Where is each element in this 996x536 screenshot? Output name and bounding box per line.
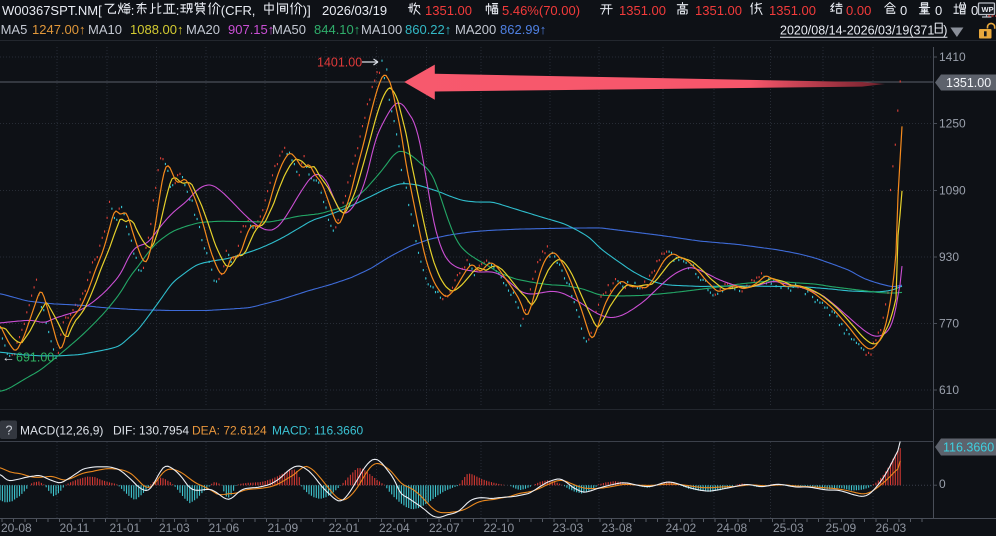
svg-text:DEA: 72.6124: DEA: 72.6124 [192, 424, 267, 438]
svg-text:1090: 1090 [939, 184, 966, 198]
svg-text:MACD: 116.3660: MACD: 116.3660 [272, 424, 363, 438]
svg-text:): ) [943, 24, 947, 38]
svg-text:MA20: MA20 [186, 22, 220, 37]
svg-text:(CFR: (CFR [221, 3, 252, 18]
svg-text:22-04: 22-04 [379, 521, 410, 535]
svg-text:0: 0 [935, 3, 942, 18]
svg-text:26-03: 26-03 [876, 521, 907, 535]
svg-text:21-06: 21-06 [209, 521, 240, 535]
svg-text:25-09: 25-09 [826, 521, 857, 535]
svg-text:1410: 1410 [939, 50, 966, 64]
svg-text:1247.00↑: 1247.00↑ [32, 22, 86, 37]
svg-text:25-03: 25-03 [773, 521, 804, 535]
svg-text:W00367SPT.NM[: W00367SPT.NM[ [2, 3, 102, 18]
svg-text:2026/03/19: 2026/03/19 [322, 3, 387, 18]
svg-text:770: 770 [939, 317, 959, 331]
svg-text:1351.00: 1351.00 [425, 3, 472, 18]
svg-text:1401.00: 1401.00 [317, 56, 362, 70]
svg-text:22-07: 22-07 [429, 521, 460, 535]
svg-text:21-09: 21-09 [268, 521, 299, 535]
svg-text::: : [131, 3, 135, 18]
svg-text:20-08: 20-08 [1, 521, 32, 535]
svg-text:862.99↑: 862.99↑ [500, 22, 546, 37]
svg-text:MA200: MA200 [455, 22, 496, 37]
svg-text:)]: )] [303, 3, 311, 18]
svg-text:20-11: 20-11 [60, 521, 90, 535]
svg-text:23-08: 23-08 [602, 521, 633, 535]
svg-text:5.46%(70.00): 5.46%(70.00) [502, 3, 580, 18]
svg-text:116.3660: 116.3660 [943, 441, 994, 455]
svg-text:1351.00: 1351.00 [695, 3, 742, 18]
svg-text:21-03: 21-03 [159, 521, 190, 535]
svg-text:844.10↑: 844.10↑ [314, 22, 360, 37]
svg-text:22-01: 22-01 [329, 521, 360, 535]
svg-text:860.22↑: 860.22↑ [405, 22, 451, 37]
svg-text:0: 0 [900, 3, 907, 18]
svg-text:DIF: 130.7954: DIF: 130.7954 [113, 424, 189, 438]
svg-text:0.00: 0.00 [846, 3, 871, 18]
svg-text:,: , [252, 3, 256, 18]
svg-text:←: ← [2, 350, 15, 365]
svg-text:610: 610 [939, 383, 959, 397]
svg-text:24-08: 24-08 [717, 521, 748, 535]
svg-text:1351.00: 1351.00 [619, 3, 666, 18]
svg-text:2020/08/14-2026/03/19(371: 2020/08/14-2026/03/19(371 [780, 24, 934, 38]
svg-text:MA10: MA10 [88, 22, 122, 37]
svg-text:?: ? [6, 424, 13, 438]
svg-text:0: 0 [939, 477, 946, 491]
svg-text:24-02: 24-02 [666, 521, 697, 535]
svg-text:23-03: 23-03 [553, 521, 584, 535]
svg-text:0: 0 [971, 3, 978, 18]
svg-text::: : [176, 3, 180, 18]
svg-text:MA50: MA50 [272, 22, 306, 37]
svg-text:MA5: MA5 [1, 22, 28, 37]
svg-text:930: 930 [939, 250, 959, 264]
svg-text:22-10: 22-10 [484, 521, 515, 535]
svg-text:MACD(12,26,9): MACD(12,26,9) [20, 424, 103, 438]
svg-text:MA100: MA100 [361, 22, 402, 37]
svg-text:1351.00: 1351.00 [769, 3, 816, 18]
svg-text:21-01: 21-01 [110, 521, 141, 535]
svg-text:1351.00: 1351.00 [946, 76, 991, 90]
svg-text:1250: 1250 [939, 117, 966, 131]
svg-text:WP: WP [982, 5, 994, 14]
svg-text:1088.00↑: 1088.00↑ [130, 22, 184, 37]
svg-text:907.15↑: 907.15↑ [228, 22, 274, 37]
svg-text:691.00: 691.00 [16, 351, 54, 365]
